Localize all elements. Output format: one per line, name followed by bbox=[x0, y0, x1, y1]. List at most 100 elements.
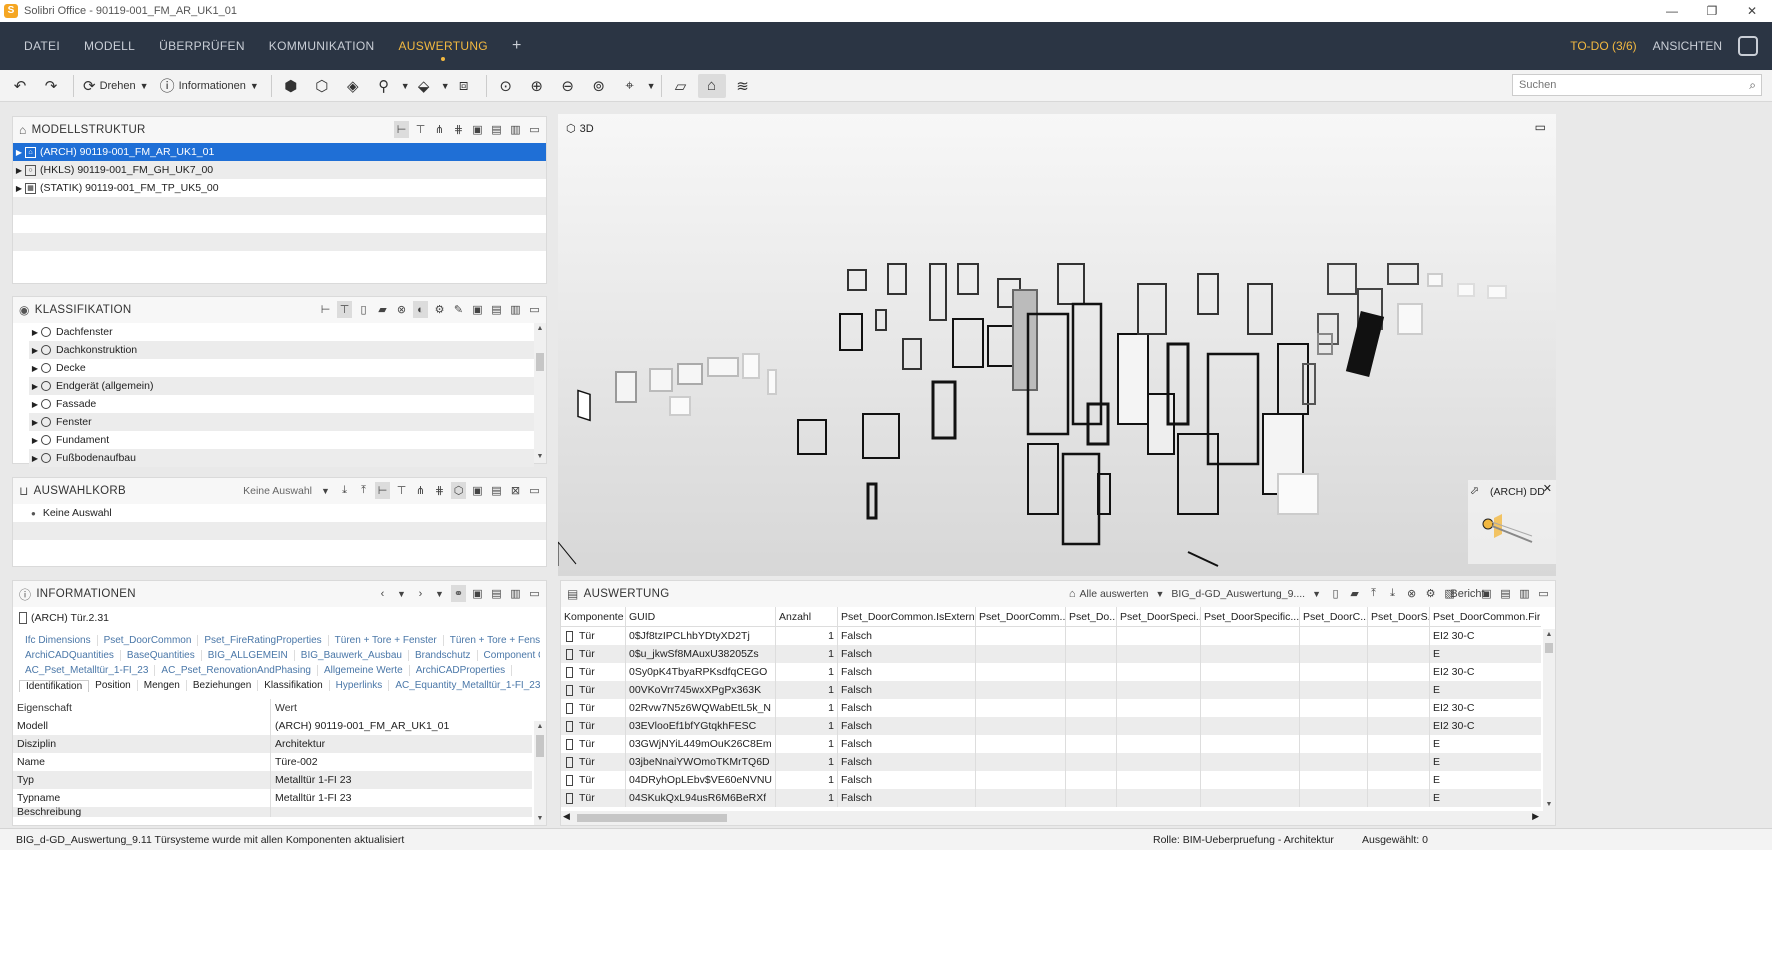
cube-icon[interactable]: ⬡ bbox=[451, 482, 466, 499]
maximize-panel-icon[interactable]: ▭ bbox=[527, 121, 542, 138]
tab-allgemeine-werte[interactable]: Allgemeine Werte bbox=[318, 665, 410, 676]
floor-plan-icon[interactable]: ▱ bbox=[667, 74, 695, 98]
new-file-icon[interactable]: ▯ bbox=[356, 301, 371, 318]
tab-pset-firerating[interactable]: Pset_FireRatingProperties bbox=[198, 635, 329, 646]
property-row[interactable]: Modell (ARCH) 90119-001_FM_AR_UK1_01 bbox=[13, 717, 532, 735]
open-folder-icon[interactable]: ▰ bbox=[1347, 585, 1362, 602]
visibility-icon[interactable]: ◐ bbox=[413, 301, 428, 318]
expand-icon[interactable]: ⋔ bbox=[413, 482, 428, 499]
add-layout-button[interactable]: + bbox=[512, 37, 521, 55]
back-icon[interactable]: ‹ bbox=[375, 585, 390, 602]
pointer-icon[interactable]: ⌖ bbox=[616, 74, 644, 98]
scroll-right-icon[interactable]: ▶ bbox=[1532, 811, 1539, 822]
history-dropdown-icon[interactable]: ▼ bbox=[394, 585, 409, 602]
classification-item[interactable]: ▶ Decke bbox=[29, 359, 534, 377]
tab-component-quantities[interactable]: Component Quantities bbox=[478, 650, 540, 661]
basket-item[interactable]: ● Keine Auswahl bbox=[13, 504, 546, 522]
expand-arrow-icon[interactable]: ▶ bbox=[13, 148, 25, 157]
expand-arrow-icon[interactable]: ▶ bbox=[29, 346, 41, 355]
tab-archicad-properties[interactable]: ArchiCADProperties bbox=[410, 665, 513, 676]
zoom-selection-icon[interactable]: ⊙ bbox=[492, 74, 520, 98]
col-fire-rating[interactable]: Pset_DoorCommon.Firef bbox=[1430, 607, 1540, 626]
user-icon[interactable] bbox=[1738, 36, 1758, 56]
expand-arrow-icon[interactable]: ▶ bbox=[29, 328, 41, 337]
tab-hyperlinks[interactable]: Hyperlinks bbox=[330, 680, 390, 691]
zoom-fit-icon[interactable]: ⊚ bbox=[585, 74, 613, 98]
col-guid[interactable]: GUID bbox=[626, 607, 776, 626]
panel-option-icon[interactable]: ▥ bbox=[508, 585, 523, 602]
col-doorspecific[interactable]: Pset_DoorSpecific.... bbox=[1201, 607, 1300, 626]
scroll-thumb[interactable] bbox=[536, 353, 544, 371]
tab-beziehungen[interactable]: Beziehungen bbox=[187, 680, 259, 691]
maximize-panel-icon[interactable]: ▭ bbox=[527, 585, 542, 602]
search-input[interactable] bbox=[1512, 74, 1762, 96]
import-icon[interactable]: ⤒ bbox=[356, 482, 371, 499]
col-eigenschaft[interactable]: Eigenschaft bbox=[13, 699, 271, 717]
hierarchy-icon[interactable]: ⊤ bbox=[337, 301, 352, 318]
panel-option-icon[interactable]: ▥ bbox=[508, 301, 523, 318]
col-doorcommon[interactable]: Pset_DoorComm... bbox=[976, 607, 1066, 626]
report-select[interactable]: BIG_d-GD_Auswertung_9.... bbox=[1171, 585, 1305, 602]
col-pset-do[interactable]: Pset_Do... bbox=[1066, 607, 1117, 626]
report-button[interactable]: ▧ Bericht bbox=[1442, 585, 1484, 602]
property-row[interactable]: Name Türe-002 bbox=[13, 753, 532, 771]
expand-arrow-icon[interactable]: ▶ bbox=[29, 364, 41, 373]
panel-option-icon[interactable]: ▥ bbox=[508, 121, 523, 138]
evaluation-row[interactable]: Tür 03GWjNYiL449mOuK26C8Em 1 Falsch E bbox=[561, 735, 1541, 753]
scroll-down-icon[interactable]: ▼ bbox=[534, 813, 546, 825]
layers-icon[interactable]: ≋ bbox=[729, 74, 757, 98]
filter-icon[interactable]: ⋕ bbox=[432, 482, 447, 499]
classification-item[interactable]: ▶ Fenster bbox=[29, 413, 534, 431]
expand-arrow-icon[interactable]: ▶ bbox=[29, 400, 41, 409]
expand-arrow-icon[interactable]: ▶ bbox=[29, 436, 41, 445]
expand-arrow-icon[interactable]: ▶ bbox=[13, 166, 25, 175]
chevron-down-icon[interactable]: ▼ bbox=[441, 81, 450, 91]
panel-option-icon[interactable]: ▤ bbox=[489, 121, 504, 138]
tab-base-quantities[interactable]: BaseQuantities bbox=[121, 650, 202, 661]
evaluation-row[interactable]: Tür 03jbeNnaiYWOmoTKMrTQ6D 1 Falsch E bbox=[561, 753, 1541, 771]
minimize-button[interactable]: — bbox=[1652, 0, 1692, 22]
tab-klassifikation[interactable]: Klassifikation bbox=[258, 680, 330, 691]
close-icon[interactable]: ✕ bbox=[1543, 482, 1552, 495]
menu-datei[interactable]: DATEI bbox=[24, 39, 60, 53]
scroll-thumb[interactable] bbox=[536, 735, 544, 757]
col-wert[interactable]: Wert bbox=[271, 702, 297, 714]
hscroll-thumb[interactable] bbox=[577, 814, 727, 822]
tab-ifc-dimensions[interactable]: Ifc Dimensions bbox=[19, 635, 98, 646]
scroll-up-icon[interactable]: ▲ bbox=[1543, 629, 1555, 641]
evaluation-row[interactable]: Tür 0$u_jkwSf8MAuxU38205Zs 1 Falsch E bbox=[561, 645, 1541, 663]
tab-tueren-tore-fenster-2[interactable]: Türen + Tore + Fenster bbox=[444, 635, 540, 646]
col-is-external[interactable]: Pset_DoorCommon.IsExternal bbox=[838, 607, 976, 626]
panel-option-icon[interactable]: ▤ bbox=[489, 301, 504, 318]
undo-icon[interactable]: ↶ bbox=[6, 74, 34, 98]
classification-item[interactable]: ▶ Endgerät (allgemein) bbox=[29, 377, 534, 395]
tab-position[interactable]: Position bbox=[89, 680, 138, 691]
import-icon[interactable]: ⤒ bbox=[1366, 585, 1381, 602]
navcube-graphic[interactable] bbox=[1472, 508, 1552, 558]
scroll-left-icon[interactable]: ◀ bbox=[563, 811, 570, 822]
col-anzahl[interactable]: Anzahl bbox=[776, 607, 838, 626]
chevron-down-icon[interactable]: ▼ bbox=[401, 81, 410, 91]
chevron-down-icon[interactable]: ▼ bbox=[318, 482, 333, 499]
walk-icon[interactable]: ⚲ bbox=[370, 74, 398, 98]
scroll-thumb[interactable] bbox=[1545, 643, 1553, 653]
evaluation-row[interactable]: Tür 0Sy0pK4TbyaRPKsdfqCEGO 1 Falsch EI2 30-C bbox=[561, 663, 1541, 681]
tab-mengen[interactable]: Mengen bbox=[138, 680, 187, 691]
scroll-up-icon[interactable]: ▲ bbox=[534, 721, 546, 733]
property-scrollbar[interactable]: ▲ ▼ bbox=[534, 721, 546, 825]
clear-basket-icon[interactable]: ⊠ bbox=[508, 482, 523, 499]
tab-ac-equantity[interactable]: AC_Equantity_Metalltür_1-FI_23 bbox=[389, 680, 540, 691]
expand-arrow-icon[interactable]: ▶ bbox=[29, 382, 41, 391]
panel-option-icon[interactable]: ▤ bbox=[489, 482, 504, 499]
panel-option-icon[interactable]: ▥ bbox=[1517, 585, 1532, 602]
close-window-button[interactable]: ✕ bbox=[1732, 0, 1772, 22]
3d-view-panel[interactable]: ⬡ 3D ▭ ⬀ (ARCH) DD ✕ bbox=[558, 114, 1556, 576]
panel-option-icon[interactable]: ▣ bbox=[1479, 585, 1494, 602]
panel-option-icon[interactable]: ▣ bbox=[470, 301, 485, 318]
evaluation-row[interactable]: Tür 03EVlooEf1bfYGtqkhFESC 1 Falsch EI2 30-C bbox=[561, 717, 1541, 735]
classification-item[interactable]: ▶ Fußbodenaufbau bbox=[29, 449, 534, 467]
expand-icon[interactable]: ⋔ bbox=[432, 121, 447, 138]
hierarchy-icon[interactable]: ⊤ bbox=[394, 482, 409, 499]
link-selection-icon[interactable]: ⚭ bbox=[451, 585, 466, 602]
section-icon[interactable]: ⧈ bbox=[450, 74, 478, 98]
